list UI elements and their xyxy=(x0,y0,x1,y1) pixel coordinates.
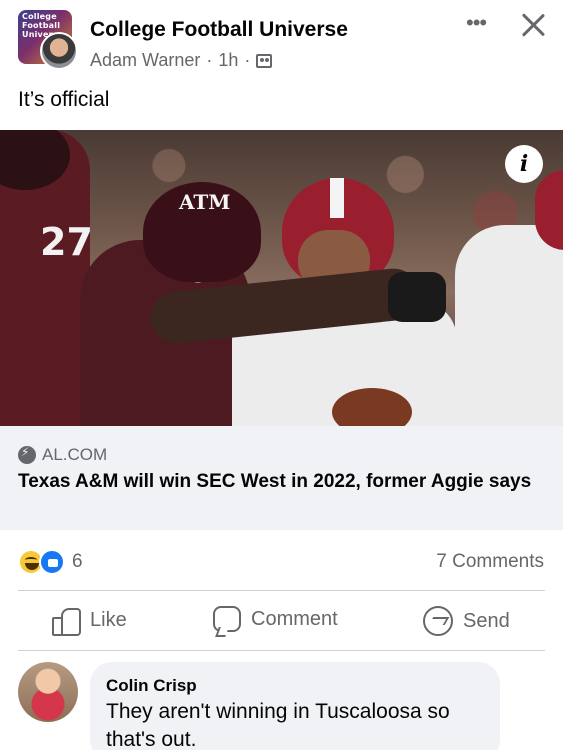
messenger-icon xyxy=(423,606,453,636)
group-name[interactable]: College Football Universe xyxy=(90,18,348,42)
reaction-count[interactable]: 6 xyxy=(72,551,83,573)
info-icon[interactable]: i xyxy=(505,145,543,183)
reaction-icons[interactable] xyxy=(18,549,68,575)
avatar-group[interactable]: College Football Universe xyxy=(18,10,78,70)
comment-author[interactable]: Colin Crisp xyxy=(106,676,197,696)
meta-separator: · xyxy=(244,50,251,70)
commenter-avatar[interactable] xyxy=(18,662,78,722)
player-right xyxy=(455,225,563,426)
send-label: Send xyxy=(463,609,510,632)
comment-icon xyxy=(213,606,241,632)
group-privacy-icon xyxy=(256,53,273,68)
link-title[interactable]: Texas A&M will win SEC West in 2022, for… xyxy=(18,470,548,494)
glove xyxy=(388,272,446,322)
tamu-helmet: ATM xyxy=(143,182,261,282)
link-domain: AL.COM xyxy=(18,445,107,465)
post-header: College Football Universe College Footba… xyxy=(0,0,563,80)
helmet-logo: ATM xyxy=(179,190,231,214)
jersey-number-left: 27 xyxy=(40,220,93,264)
bolt-icon xyxy=(18,445,36,464)
divider xyxy=(18,590,545,591)
like-label: Like xyxy=(90,608,127,631)
comment-button[interactable]: Comment xyxy=(213,606,338,632)
action-bar: Like Comment Send xyxy=(0,592,563,650)
like-reaction-icon xyxy=(39,549,65,575)
link-caption[interactable]: AL.COM Texas A&M will win SEC West in 20… xyxy=(0,426,563,530)
comment-bubble[interactable]: Colin Crisp They aren't winning in Tusca… xyxy=(90,662,500,750)
like-button[interactable]: Like xyxy=(52,606,127,636)
send-button[interactable]: Send xyxy=(423,606,510,636)
reactions-bar: 6 7 Comments xyxy=(0,540,563,584)
comment: Colin Crisp They aren't winning in Tusca… xyxy=(0,660,563,750)
comments-count[interactable]: 7 Comments xyxy=(436,551,544,573)
more-options-button[interactable]: ••• xyxy=(466,12,492,36)
comment-label: Comment xyxy=(251,607,338,630)
thumbs-up-icon xyxy=(52,606,81,636)
link-preview-image[interactable]: 27 9 ATM i xyxy=(0,130,563,426)
author-name[interactable]: Adam Warner xyxy=(90,50,200,71)
helmet-stripe xyxy=(330,178,344,218)
post-time[interactable]: 1h xyxy=(218,50,238,71)
post-text: It’s official xyxy=(18,88,110,111)
divider xyxy=(18,650,545,651)
comment-text: They aren't winning in Tuscaloosa so tha… xyxy=(106,700,450,750)
close-icon[interactable] xyxy=(519,10,547,38)
link-domain-text: AL.COM xyxy=(42,445,108,464)
author-avatar[interactable] xyxy=(40,32,78,70)
meta-separator: · xyxy=(206,50,213,70)
post-meta: Adam Warner · 1h · xyxy=(90,50,273,71)
